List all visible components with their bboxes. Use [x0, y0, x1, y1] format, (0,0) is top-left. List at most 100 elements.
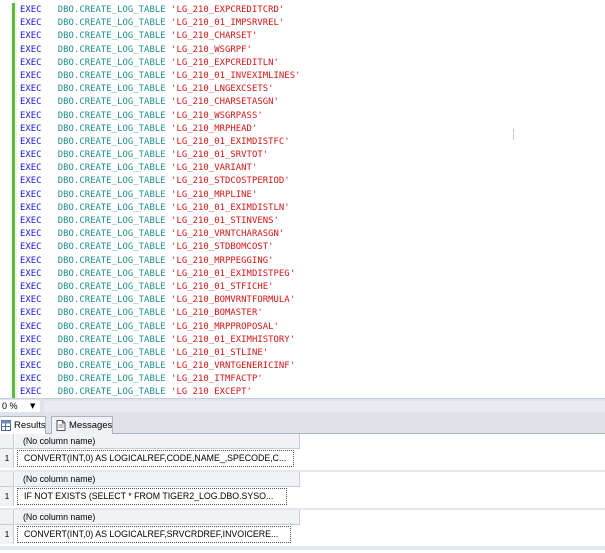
- result-grid: (No column name) 1 CONVERT(INT,0) AS LOG…: [0, 434, 605, 474]
- code-line[interactable]: EXEC DBO.CREATE_LOG_TABLE 'LG_210_STDBOM…: [20, 241, 300, 254]
- code-line[interactable]: EXEC DBO.CREATE_LOG_TABLE 'LG_210_BOMAST…: [20, 307, 300, 320]
- code-line[interactable]: EXEC DBO.CREATE_LOG_TABLE 'LG_210_MRPPEG…: [20, 255, 300, 268]
- code-line[interactable]: EXEC DBO.CREATE_LOG_TABLE 'LG_210_01_STL…: [20, 347, 300, 360]
- row-number[interactable]: 1: [0, 488, 14, 505]
- table-name-string: 'LG_210_MRPPEGGING': [171, 255, 274, 266]
- table-name-string: 'LG_210_MRPPROPOSAL': [171, 321, 279, 332]
- code-line[interactable]: EXEC DBO.CREATE_LOG_TABLE 'LG_210_ITMFAC…: [20, 373, 300, 386]
- sql-keyword: EXEC: [20, 70, 42, 81]
- chevron-down-icon[interactable]: ▼: [30, 401, 35, 411]
- result-cell[interactable]: CONVERT(INT,0) AS LOGICALREF,CODE,NAME_,…: [17, 450, 294, 467]
- code-line[interactable]: EXEC DBO.CREATE_LOG_TABLE 'LG_210_CHARSE…: [20, 30, 300, 43]
- code-line[interactable]: EXEC DBO.CREATE_LOG_TABLE 'LG_210_MRPLIN…: [20, 189, 300, 202]
- procedure-name: DBO.CREATE_LOG_TABLE: [57, 189, 166, 200]
- column-header[interactable]: (No column name): [15, 434, 300, 449]
- sql-keyword: EXEC: [20, 163, 42, 174]
- code-line[interactable]: EXEC DBO.CREATE_LOG_TABLE 'LG_210_CHARSE…: [20, 96, 300, 109]
- procedure-name: DBO.CREATE_LOG_TABLE: [57, 123, 166, 134]
- table-name-string: 'LG_210_BOMVRNTFORMULA': [171, 295, 296, 306]
- procedure-name: DBO.CREATE_LOG_TABLE: [57, 334, 166, 345]
- sql-editor[interactable]: EXEC DBO.CREATE_LOG_TABLE 'LG_210_EXPCRE…: [0, 0, 605, 398]
- table-name-string: 'LG_210_EXPCREDITLN': [171, 57, 279, 68]
- editor-status-bar: 0 % ▼: [0, 398, 605, 413]
- code-line[interactable]: EXEC DBO.CREATE_LOG_TABLE 'LG_210_EXPCRE…: [20, 57, 300, 70]
- sql-keyword: EXEC: [20, 216, 42, 226]
- table-name-string: 'LG_210_01_STINVENS': [171, 216, 279, 226]
- sql-keyword: EXEC: [20, 84, 42, 95]
- sql-keyword: EXEC: [20, 123, 42, 134]
- procedure-name: DBO.CREATE_LOG_TABLE: [57, 136, 166, 147]
- code-line[interactable]: EXEC DBO.CREATE_LOG_TABLE 'LG_210_01_STF…: [20, 281, 300, 294]
- tab-results-label: Results: [14, 420, 46, 431]
- procedure-name: DBO.CREATE_LOG_TABLE: [57, 163, 166, 174]
- table-name-string: 'LG_210_01_EXIMDISTLN': [171, 202, 290, 213]
- code-line[interactable]: EXEC DBO.CREATE_LOG_TABLE 'LG_210_WSGRPF…: [20, 44, 300, 57]
- sql-keyword: EXEC: [20, 5, 42, 15]
- procedure-name: DBO.CREATE_LOG_TABLE: [57, 31, 166, 42]
- code-lines: EXEC DBO.CREATE_LOG_TABLE 'LG_210_EXPCRE…: [20, 4, 300, 398]
- code-line[interactable]: EXEC DBO.CREATE_LOG_TABLE 'LG_210_01_IMP…: [20, 17, 300, 30]
- code-line[interactable]: EXEC DBO.CREATE_LOG_TABLE 'LG_210_01_EXI…: [20, 136, 300, 149]
- procedure-name: DBO.CREATE_LOG_TABLE: [57, 57, 166, 68]
- sql-keyword: EXEC: [20, 387, 42, 398]
- row-number[interactable]: 1: [0, 450, 14, 467]
- tab-messages[interactable]: Messages: [51, 416, 113, 434]
- sql-keyword: EXEC: [20, 229, 42, 240]
- grid-corner[interactable]: [0, 510, 14, 525]
- code-line[interactable]: EXEC DBO.CREATE_LOG_TABLE 'LG_210_01_STI…: [20, 215, 300, 228]
- procedure-name: DBO.CREATE_LOG_TABLE: [57, 110, 166, 121]
- column-header[interactable]: (No column name): [15, 472, 300, 487]
- table-name-string: 'LG_210_VRNTCHARASGN': [171, 229, 285, 240]
- tab-results[interactable]: Results: [0, 416, 46, 435]
- code-line[interactable]: EXEC DBO.CREATE_LOG_TABLE 'LG_210_VRNTGE…: [20, 360, 300, 373]
- sql-keyword: EXEC: [20, 361, 42, 372]
- code-line[interactable]: EXEC DBO.CREATE_LOG_TABLE 'LG_210_LNGEXC…: [20, 83, 300, 96]
- horizontal-scrollbar[interactable]: [44, 401, 605, 412]
- document-icon: [56, 420, 66, 431]
- procedure-name: DBO.CREATE_LOG_TABLE: [57, 44, 166, 55]
- table-name-string: 'LG_210_STDCOSTPERIOD': [171, 176, 290, 187]
- code-line[interactable]: EXEC DBO.CREATE_LOG_TABLE 'LG_210_MRPPRO…: [20, 321, 300, 334]
- zoom-value: 0 %: [2, 401, 18, 411]
- code-line[interactable]: EXEC DBO.CREATE_LOG_TABLE 'LG_210_EXPCRE…: [20, 4, 300, 17]
- table-name-string: 'LG_210_EXPCREDITCRD': [171, 5, 285, 15]
- table-name-string: 'LG_210_CHARSETASGN': [171, 97, 279, 108]
- result-tabs: Results Messages: [0, 413, 605, 435]
- code-line[interactable]: EXEC DBO.CREATE_LOG_TABLE 'LG 210 EXCEPT…: [20, 386, 300, 398]
- procedure-name: DBO.CREATE_LOG_TABLE: [57, 308, 166, 319]
- code-line[interactable]: EXEC DBO.CREATE_LOG_TABLE 'LG_210_01_EXI…: [20, 202, 300, 215]
- code-line[interactable]: EXEC DBO.CREATE_LOG_TABLE 'LG_210_WSGRPA…: [20, 110, 300, 123]
- row-number[interactable]: 1: [0, 526, 14, 543]
- grid-corner[interactable]: [0, 434, 14, 449]
- procedure-name: DBO.CREATE_LOG_TABLE: [57, 229, 166, 240]
- grid-corner[interactable]: [0, 472, 14, 487]
- procedure-name: DBO.CREATE_LOG_TABLE: [57, 150, 166, 161]
- code-line[interactable]: EXEC DBO.CREATE_LOG_TABLE 'LG_210_BOMVRN…: [20, 294, 300, 307]
- code-line[interactable]: EXEC DBO.CREATE_LOG_TABLE 'LG_210_01_SRV…: [20, 149, 300, 162]
- code-line[interactable]: EXEC DBO.CREATE_LOG_TABLE 'LG_210_01_INV…: [20, 70, 300, 83]
- code-line[interactable]: EXEC DBO.CREATE_LOG_TABLE 'LG_210_MRPHEA…: [20, 123, 300, 136]
- table-name-string: 'LG_210_VRNTGENERICINF': [171, 361, 296, 372]
- grid-splitter[interactable]: [0, 546, 605, 550]
- table-name-string: 'LG_210_01_EXIMDISTFC': [171, 136, 290, 147]
- sql-keyword: EXEC: [20, 255, 42, 266]
- table-name-string: 'LG_210_ITMFACTP': [171, 374, 263, 385]
- procedure-name: DBO.CREATE_LOG_TABLE: [57, 361, 166, 372]
- code-line[interactable]: EXEC DBO.CREATE_LOG_TABLE 'LG_210_01_EXI…: [20, 334, 300, 347]
- results-pane: (No column name) 1 CONVERT(INT,0) AS LOG…: [0, 434, 605, 553]
- table-name-string: 'LG_210_BOMASTER': [171, 308, 263, 319]
- code-line[interactable]: EXEC DBO.CREATE_LOG_TABLE 'LG_210_VRNTCH…: [20, 228, 300, 241]
- code-line[interactable]: EXEC DBO.CREATE_LOG_TABLE 'LG_210_01_EXI…: [20, 268, 300, 281]
- sql-keyword: EXEC: [20, 202, 42, 213]
- code-line[interactable]: EXEC DBO.CREATE_LOG_TABLE 'LG_210_VARIAN…: [20, 162, 300, 175]
- column-header[interactable]: (No column name): [15, 510, 300, 525]
- sql-keyword: EXEC: [20, 334, 42, 345]
- result-cell[interactable]: CONVERT(INT,0) AS LOGICALREF,SRVCRDREF,I…: [17, 526, 291, 543]
- table-name-string: 'LG 210 EXCEPT': [171, 387, 252, 398]
- procedure-name: DBO.CREATE_LOG_TABLE: [57, 295, 166, 306]
- table-name-string: 'LG_210_MRPLINE': [171, 189, 258, 200]
- result-cell[interactable]: IF NOT EXISTS (SELECT * FROM TIGER2_LOG.…: [17, 488, 287, 505]
- sql-keyword: EXEC: [20, 295, 42, 306]
- sql-keyword: EXEC: [20, 136, 42, 147]
- code-line[interactable]: EXEC DBO.CREATE_LOG_TABLE 'LG_210_STDCOS…: [20, 175, 300, 188]
